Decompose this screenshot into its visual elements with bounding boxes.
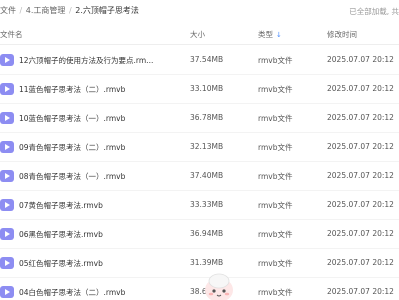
- file-type: rmvb文件: [258, 172, 293, 181]
- video-file-icon: [0, 170, 14, 182]
- file-size: 31.39MB: [190, 258, 224, 267]
- video-file-icon: [0, 286, 14, 298]
- file-modified-time: 2025.07.07 20:12: [327, 84, 394, 93]
- table-header: 文件名 大小 类型 ↓ 修改时间: [0, 24, 399, 44]
- file-name[interactable]: 05红色帽子思考法.rmvb: [19, 258, 103, 269]
- file-size: 32.13MB: [190, 142, 224, 151]
- file-modified-time: 2025.07.07 20:12: [327, 171, 394, 180]
- file-size: 36.78MB: [190, 113, 224, 122]
- table-row[interactable]: 04白色帽子思考法（二）.rmvb 38.6 rmvb文件 2025.07.07 20…: [0, 278, 399, 300]
- column-header-time[interactable]: 修改时间: [327, 29, 357, 40]
- breadcrumb-item-current: 2.六顶帽子思考法: [75, 6, 139, 15]
- breadcrumb-item-business[interactable]: 4.工商管理: [26, 6, 66, 15]
- file-modified-time: 2025.07.07 20:12: [327, 55, 394, 64]
- file-size: 37.54MB: [190, 55, 224, 64]
- column-header-type[interactable]: 类型 ↓: [258, 29, 282, 40]
- table-row[interactable]: 10蓝色帽子思考法（一）.rmvb 36.78MB rmvb文件 2025.07.07…: [0, 104, 399, 133]
- file-type: rmvb文件: [258, 288, 293, 297]
- file-size: 33.33MB: [190, 200, 224, 209]
- file-name[interactable]: 12六顶帽子的使用方法及行为要点.rm...: [19, 55, 153, 66]
- file-type: rmvb文件: [258, 143, 293, 152]
- video-file-icon: [0, 257, 14, 269]
- sort-arrow-icon[interactable]: ↓: [276, 31, 282, 39]
- file-modified-time: 2025.07.07 20:12: [327, 142, 394, 151]
- column-header-type-label: 类型: [258, 30, 273, 39]
- file-name[interactable]: 06黑色帽子思考法.rmvb: [19, 229, 103, 240]
- file-type: rmvb文件: [258, 56, 293, 65]
- file-name[interactable]: 11蓝色帽子思考法（二）.rmvb: [19, 84, 125, 95]
- breadcrumb-item-files[interactable]: 文件: [0, 6, 16, 15]
- video-file-icon: [0, 228, 14, 240]
- video-file-icon: [0, 54, 14, 66]
- file-modified-time: 2025.07.07 20:12: [327, 200, 394, 209]
- mascot-icon[interactable]: [202, 270, 236, 300]
- file-name[interactable]: 04白色帽子思考法（二）.rmvb: [19, 287, 125, 298]
- table-row[interactable]: 11蓝色帽子思考法（二）.rmvb 33.10MB rmvb文件 2025.07.07…: [0, 75, 399, 104]
- file-name[interactable]: 07黄色帽子思考法.rmvb: [19, 200, 103, 211]
- video-file-icon: [0, 141, 14, 153]
- column-header-name[interactable]: 文件名: [0, 29, 23, 40]
- loaded-status-text: 已全部加载, 共: [349, 7, 399, 16]
- file-name[interactable]: 08青色帽子思考法（一）.rmvb: [19, 171, 125, 182]
- file-name[interactable]: 09青色帽子思考法（二）.rmvb: [19, 142, 125, 153]
- breadcrumb-separator: /: [19, 6, 23, 15]
- file-size: 36.94MB: [190, 229, 224, 238]
- video-file-icon: [0, 112, 14, 124]
- breadcrumb: 文件 / 4.工商管理 / 2.六顶帽子思考法: [0, 5, 139, 16]
- top-bar: 文件 / 4.工商管理 / 2.六顶帽子思考法 已全部加载, 共: [0, 0, 399, 22]
- file-type: rmvb文件: [258, 201, 293, 210]
- file-type: rmvb文件: [258, 259, 293, 268]
- file-size: 37.40MB: [190, 171, 224, 180]
- file-modified-time: 2025.07.07 20:12: [327, 229, 394, 238]
- file-type: rmvb文件: [258, 230, 293, 239]
- table-row[interactable]: 05红色帽子思考法.rmvb 31.39MB rmvb文件 2025.07.07 20…: [0, 249, 399, 278]
- table-row[interactable]: 06黑色帽子思考法.rmvb 36.94MB rmvb文件 2025.07.07 20…: [0, 220, 399, 249]
- table-row[interactable]: 12六顶帽子的使用方法及行为要点.rm... 37.54MB rmvb文件 2025.…: [0, 46, 399, 75]
- video-file-icon: [0, 199, 14, 211]
- table-row[interactable]: 08青色帽子思考法（一）.rmvb 37.40MB rmvb文件 2025.07.07…: [0, 162, 399, 191]
- file-size: 33.10MB: [190, 84, 224, 93]
- table-row[interactable]: 09青色帽子思考法（二）.rmvb 32.13MB rmvb文件 2025.07.07…: [0, 133, 399, 162]
- file-type: rmvb文件: [258, 85, 293, 94]
- file-modified-time: 2025.07.07 20:12: [327, 113, 394, 122]
- breadcrumb-separator: /: [68, 6, 72, 15]
- header-divider: [0, 44, 399, 45]
- file-modified-time: 2025.07.07 20:12: [327, 287, 394, 296]
- file-name[interactable]: 10蓝色帽子思考法（一）.rmvb: [19, 113, 125, 124]
- file-type: rmvb文件: [258, 114, 293, 123]
- file-list: 12六顶帽子的使用方法及行为要点.rm... 37.54MB rmvb文件 2025.…: [0, 46, 399, 300]
- table-row[interactable]: 07黄色帽子思考法.rmvb 33.33MB rmvb文件 2025.07.07 20…: [0, 191, 399, 220]
- video-file-icon: [0, 83, 14, 95]
- column-header-size[interactable]: 大小: [190, 29, 205, 40]
- file-modified-time: 2025.07.07 20:12: [327, 258, 394, 267]
